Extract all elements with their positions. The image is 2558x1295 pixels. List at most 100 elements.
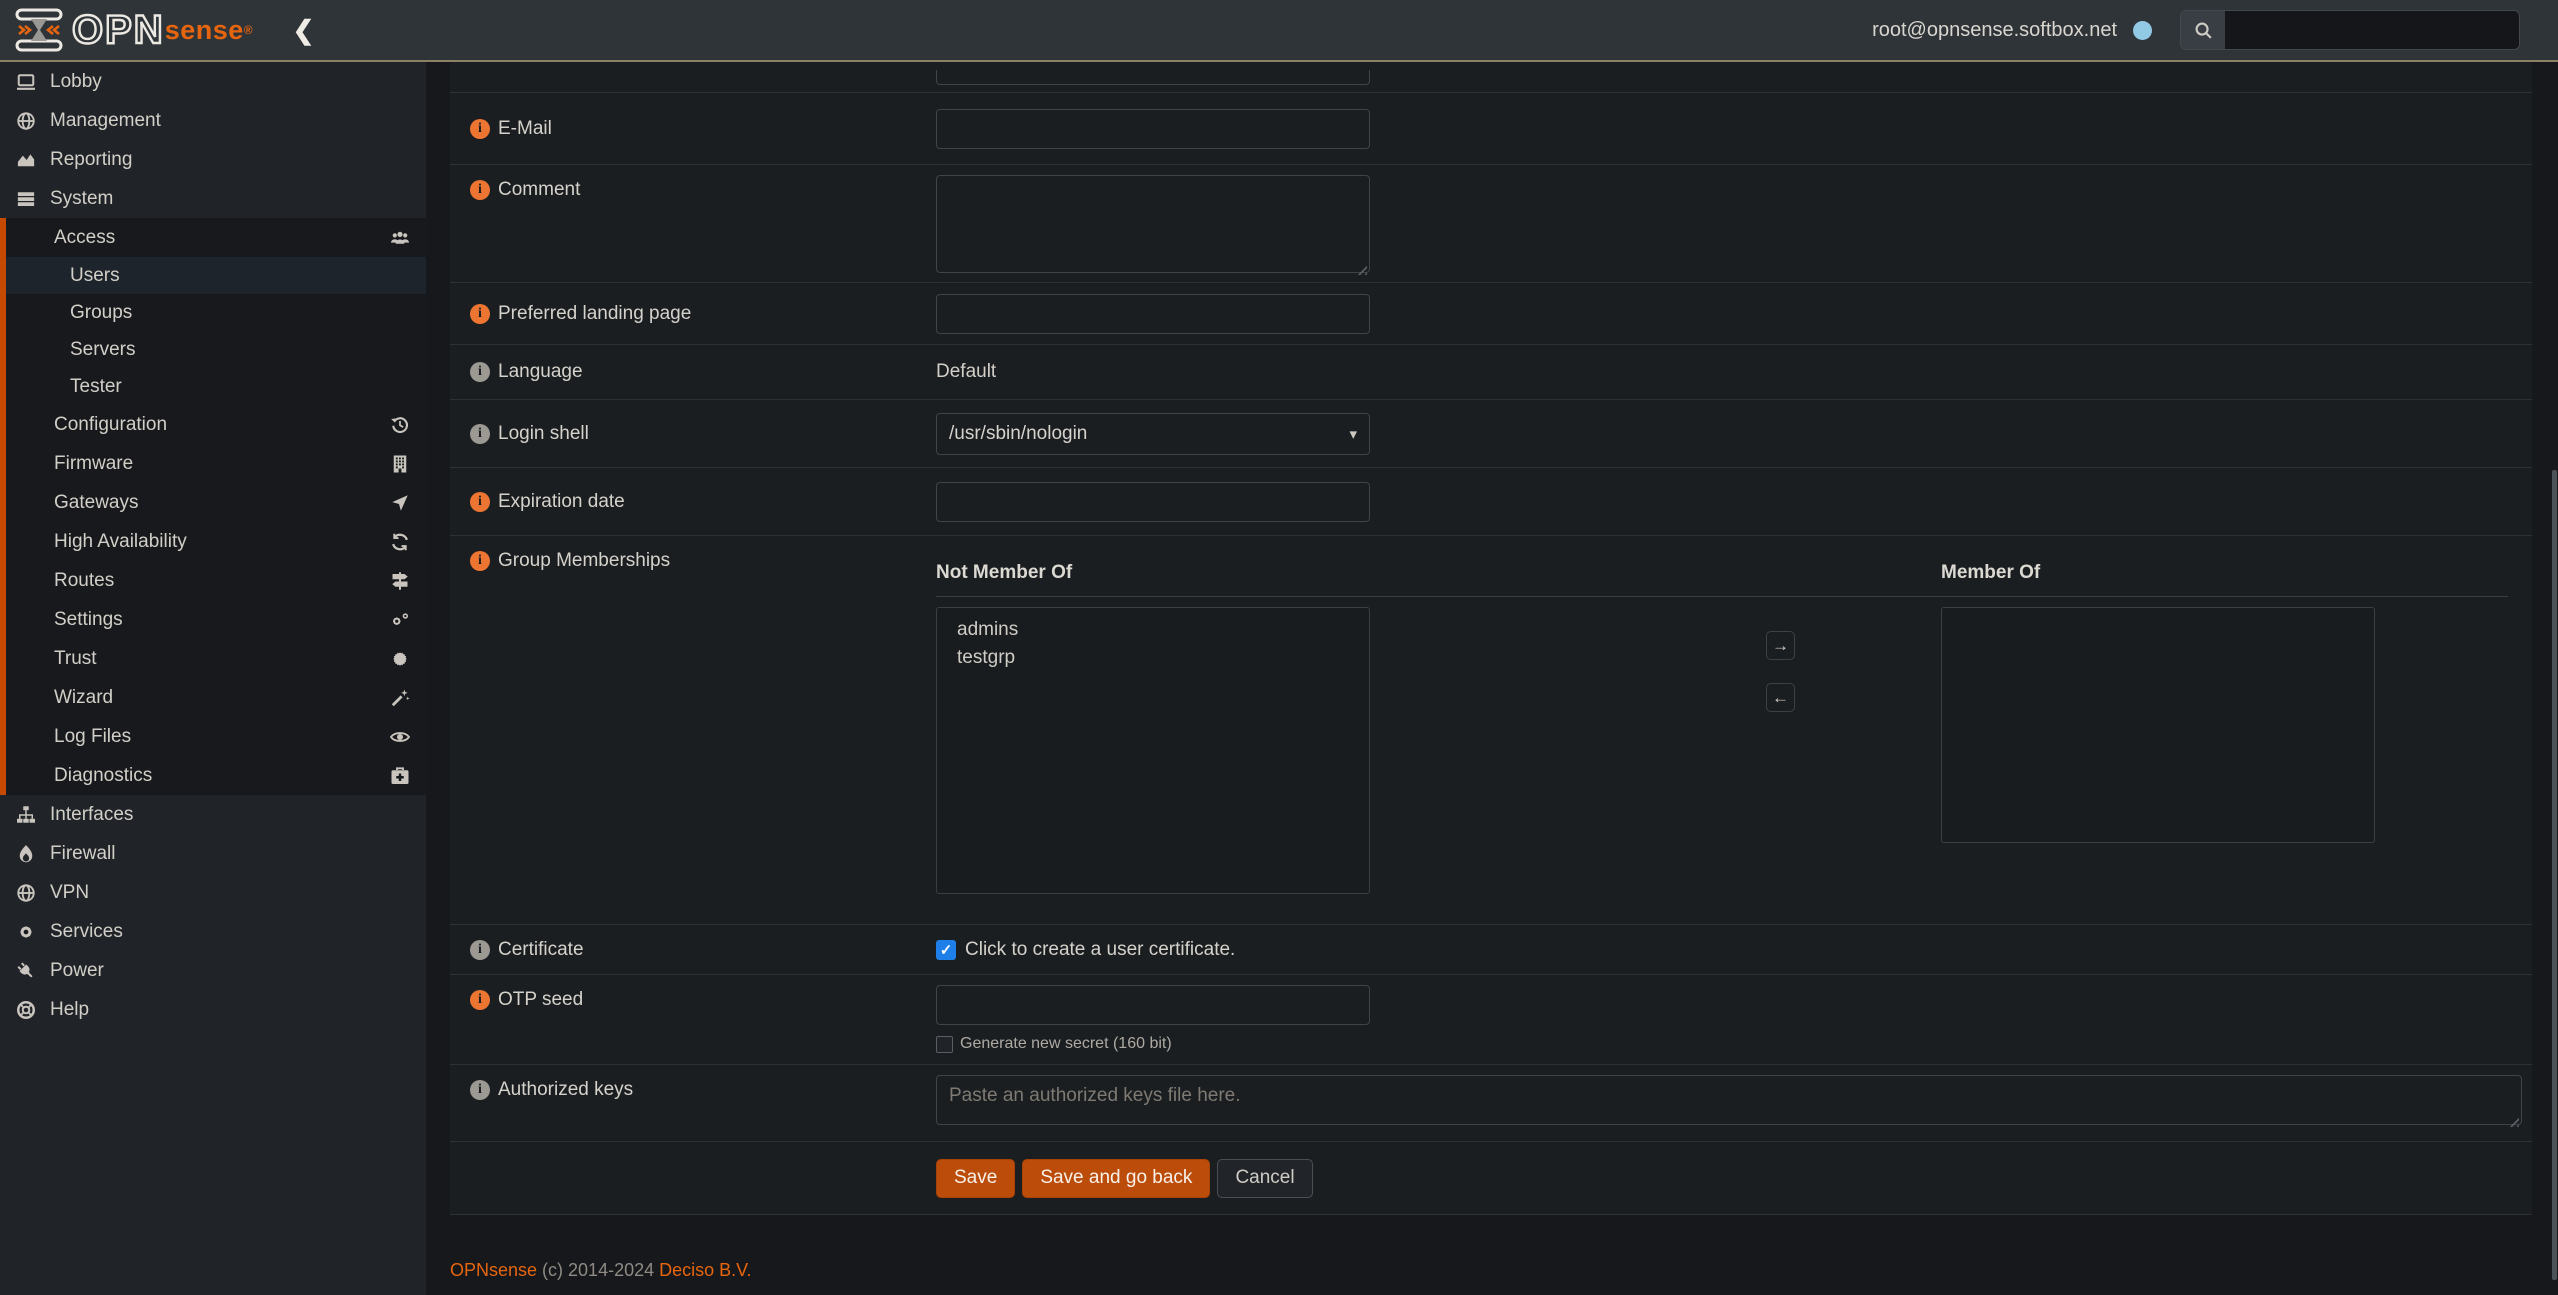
- building-icon: [390, 454, 410, 474]
- sidebar-item-servers[interactable]: Servers: [6, 331, 426, 368]
- sitemap-icon: [16, 805, 50, 825]
- sidebar-item-diagnostics[interactable]: Diagnostics: [6, 756, 426, 795]
- vertical-scrollbar-thumb[interactable]: [2552, 470, 2557, 1280]
- sidebar-item-settings[interactable]: Settings: [6, 600, 426, 639]
- wand-icon: [390, 688, 410, 708]
- sidebar-item-label: Services: [50, 921, 123, 943]
- expiration-date-input[interactable]: [936, 482, 1370, 522]
- sidebar-item-high-availability[interactable]: High Availability: [6, 522, 426, 561]
- sidebar-item-label: Groups: [70, 302, 132, 324]
- logo-registered-mark: ®: [244, 23, 253, 37]
- sidebar-item-help[interactable]: Help: [0, 990, 426, 1029]
- sync-icon: [390, 532, 410, 552]
- sidebar-item-system[interactable]: System: [0, 179, 426, 218]
- sidebar-item-routes[interactable]: Routes: [6, 561, 426, 600]
- form-row-certificate: Certificate Click to create a user certi…: [450, 925, 2532, 975]
- chevron-down-icon: [1349, 425, 1357, 443]
- info-icon: [470, 362, 490, 382]
- sidebar-item-services[interactable]: Services: [0, 912, 426, 951]
- medkit-icon: [390, 766, 410, 786]
- field-label: E-Mail: [498, 118, 552, 140]
- collapse-sidebar-chevron-icon[interactable]: [293, 17, 315, 43]
- location-arrow-icon: [390, 493, 410, 513]
- clipped-input[interactable]: [936, 70, 1370, 85]
- transfer-buttons: [1766, 631, 1795, 712]
- sidebar-item-interfaces[interactable]: Interfaces: [0, 795, 426, 834]
- history-icon: [390, 415, 410, 435]
- form-row-otp-seed: OTP seed Generate new secret (160 bit): [450, 975, 2532, 1065]
- generate-secret-checkbox[interactable]: [936, 1036, 953, 1053]
- sidebar-item-gateways[interactable]: Gateways: [6, 483, 426, 522]
- not-member-of-listbox[interactable]: adminstestgrp: [936, 607, 1370, 894]
- form-row-email: E-Mail: [450, 93, 2532, 165]
- create-certificate-checkbox[interactable]: [936, 940, 956, 960]
- sidebar-item-label: Management: [50, 110, 161, 132]
- eye-icon: [390, 727, 410, 747]
- member-of-listbox[interactable]: [1941, 607, 2375, 843]
- user-status-dot[interactable]: [2133, 21, 2152, 40]
- authorized-keys-textarea[interactable]: [936, 1075, 2522, 1125]
- sidebar-item-label: Wizard: [54, 687, 113, 709]
- add-to-group-button[interactable]: [1766, 631, 1795, 660]
- sidebar-item-users[interactable]: Users: [6, 257, 426, 294]
- form-row-partial: [450, 62, 2532, 93]
- gears-icon: [390, 610, 410, 630]
- users-group-icon: [390, 228, 410, 248]
- sidebar-item-trust[interactable]: Trust: [6, 639, 426, 678]
- footer-copyright: OPNsense (c) 2014-2024 Deciso B.V.: [450, 1260, 752, 1281]
- info-icon: [470, 119, 490, 139]
- signpost-icon: [390, 571, 410, 591]
- gear-icon: [16, 922, 50, 942]
- sidebar-item-label: Users: [70, 265, 120, 287]
- deciso-footer-link[interactable]: Deciso B.V.: [659, 1260, 751, 1280]
- sidebar-item-vpn[interactable]: VPN: [0, 873, 426, 912]
- sidebar-item-management[interactable]: Management: [0, 101, 426, 140]
- sidebar-item-label: VPN: [50, 882, 89, 904]
- opnsense-page: OPNsense® root@opnsense.softbox.net Lobb…: [0, 0, 2558, 1295]
- opnsense-logo-icon: [14, 8, 64, 52]
- comment-textarea[interactable]: [936, 175, 1370, 273]
- sidebar-item-label: Servers: [70, 339, 135, 361]
- member-of-header: Member Of: [1941, 562, 2040, 584]
- sidebar-item-lobby[interactable]: Lobby: [0, 62, 426, 101]
- search-input[interactable]: [2225, 11, 2519, 49]
- info-icon: [470, 180, 490, 200]
- form-row-expiration: Expiration date: [450, 468, 2532, 536]
- save-button[interactable]: Save: [936, 1159, 1015, 1198]
- info-icon: [470, 551, 490, 571]
- list-option[interactable]: admins: [937, 616, 1369, 644]
- logged-in-user[interactable]: root@opnsense.softbox.net: [1872, 19, 2117, 42]
- sidebar-item-firmware[interactable]: Firmware: [6, 444, 426, 483]
- remove-from-group-button[interactable]: [1766, 683, 1795, 712]
- opnsense-footer-link[interactable]: OPNsense: [450, 1260, 537, 1280]
- otp-seed-input[interactable]: [936, 985, 1370, 1025]
- opnsense-logo[interactable]: OPNsense®: [14, 8, 253, 53]
- sidebar-item-label: Help: [50, 999, 89, 1021]
- sidebar-item-label: Power: [50, 960, 104, 982]
- sidebar-item-label: Reporting: [50, 149, 132, 171]
- login-shell-select[interactable]: /usr/sbin/nologin: [936, 413, 1370, 455]
- sidebar-item-label: Interfaces: [50, 804, 133, 826]
- sidebar-item-wizard[interactable]: Wizard: [6, 678, 426, 717]
- sidebar-item-label: Trust: [54, 648, 97, 670]
- sidebar-item-label: System: [50, 188, 113, 210]
- life-ring-icon: [16, 1000, 50, 1020]
- email-input[interactable]: [936, 109, 1370, 149]
- cancel-button[interactable]: Cancel: [1217, 1159, 1312, 1198]
- sidebar-item-firewall[interactable]: Firewall: [0, 834, 426, 873]
- user-edit-form: E-Mail Comment Pr: [450, 62, 2532, 1215]
- form-row-comment: Comment: [450, 165, 2532, 283]
- save-and-go-back-button[interactable]: Save and go back: [1022, 1159, 1210, 1198]
- sidebar-item-configuration[interactable]: Configuration: [6, 405, 426, 444]
- sidebar-item-power[interactable]: Power: [0, 951, 426, 990]
- desktop-icon: [16, 72, 50, 92]
- field-label: Expiration date: [498, 491, 625, 513]
- sidebar-item-reporting[interactable]: Reporting: [0, 140, 426, 179]
- sidebar-item-tester[interactable]: Tester: [6, 368, 426, 405]
- sidebar-item-log-files[interactable]: Log Files: [6, 717, 426, 756]
- sidebar-item-groups[interactable]: Groups: [6, 294, 426, 331]
- field-label: Comment: [498, 179, 580, 201]
- sidebar-item-access[interactable]: Access: [6, 218, 426, 257]
- landing-page-input[interactable]: [936, 294, 1370, 334]
- list-option[interactable]: testgrp: [937, 644, 1369, 672]
